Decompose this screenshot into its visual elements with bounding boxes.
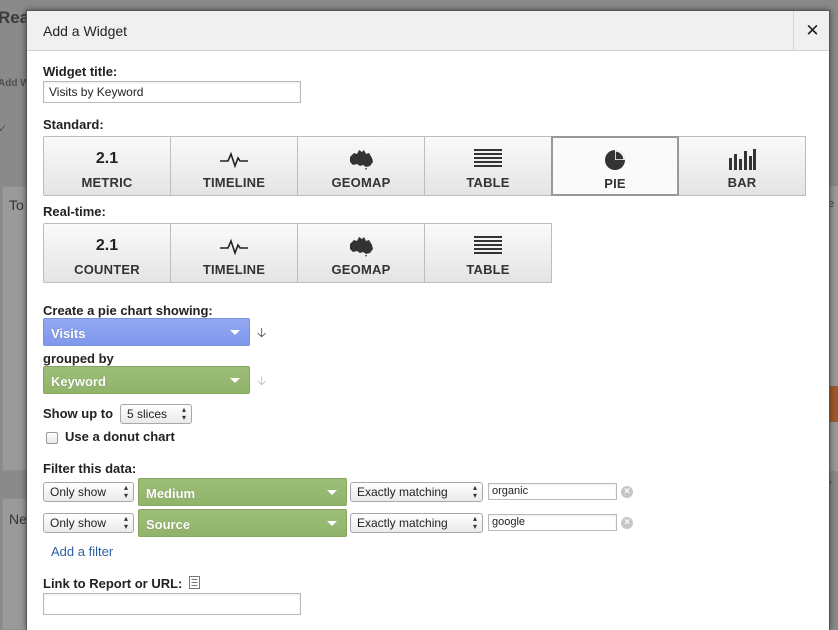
- updown-icon: ▴ ▾: [181, 405, 186, 422]
- realtime-geomap-button[interactable]: GEOMAP: [297, 223, 425, 283]
- filter-dimension-value: Source: [146, 517, 191, 532]
- counter-number-icon: 2.1: [95, 237, 119, 254]
- filter-dimension-dropdown[interactable]: Source: [138, 509, 347, 537]
- filter-label: Filter this data:: [43, 461, 137, 476]
- realtime-label: Real-time:: [43, 204, 106, 219]
- pie-showing-label: Create a pie chart showing:: [43, 303, 213, 318]
- australia-map-icon: [350, 237, 373, 257]
- add-widget-dialog: Add a Widget ✕ Widget title: Visits by K…: [26, 10, 830, 630]
- donut-checkbox[interactable]: [46, 432, 58, 444]
- standard-pie-label: PIE: [604, 176, 626, 191]
- chevron-down-icon: [327, 521, 337, 526]
- realtime-geomap-label: GEOMAP: [331, 262, 391, 277]
- standard-table-label: TABLE: [466, 175, 510, 190]
- dialog-title: Add a Widget: [43, 23, 128, 39]
- widget-title-label: Widget title:: [43, 64, 118, 79]
- filter-match-value: Exactly matching: [357, 516, 448, 530]
- filter-dimension-dropdown[interactable]: Medium: [138, 478, 347, 506]
- standard-type-group: 2.1 METRIC TIMELINE GEOMAP TABLE PIE BAR: [43, 136, 806, 196]
- realtime-type-group: 2.1 COUNTER TIMELINE GEOMAP TABLE: [43, 223, 552, 283]
- updown-icon: ▴ ▾: [472, 514, 477, 531]
- dimension-dropdown[interactable]: Keyword: [43, 366, 250, 394]
- slices-select-value: 5 slices: [127, 407, 168, 421]
- realtime-timeline-label: TIMELINE: [202, 262, 266, 277]
- table-icon: [474, 149, 502, 167]
- realtime-counter-button[interactable]: 2.1 COUNTER: [43, 223, 171, 283]
- metric-number-icon: 2.1: [95, 150, 119, 167]
- filter-show-value: Only show: [50, 485, 107, 499]
- dialog-header: Add a Widget ✕: [27, 11, 829, 51]
- filter-match-value: Exactly matching: [357, 485, 448, 499]
- widget-title-input[interactable]: Visits by Keyword: [43, 81, 301, 103]
- standard-label: Standard:: [43, 117, 104, 132]
- filter-match-select[interactable]: Exactly matching ▴ ▾: [350, 513, 483, 533]
- remove-filter-icon[interactable]: ×: [621, 517, 633, 529]
- standard-pie-button[interactable]: PIE: [551, 136, 679, 196]
- remove-filter-icon[interactable]: ×: [621, 486, 633, 498]
- filter-show-select[interactable]: Only show ▴ ▾: [43, 482, 134, 502]
- pie-icon: [605, 150, 625, 170]
- link-url-input[interactable]: [43, 593, 301, 615]
- filter-dimension-value: Medium: [146, 486, 196, 501]
- background-page-title: Rea: [0, 8, 30, 27]
- link-to-report-label: Link to Report or URL:: [43, 576, 183, 591]
- close-icon[interactable]: ✕: [794, 11, 831, 51]
- realtime-table-button[interactable]: TABLE: [424, 223, 552, 283]
- dimension-dropdown-value: Keyword: [51, 374, 106, 389]
- standard-bar-button[interactable]: BAR: [678, 136, 806, 196]
- chevron-down-icon: [230, 378, 240, 383]
- standard-metric-label: METRIC: [81, 175, 133, 190]
- filter-value-input[interactable]: organic: [488, 483, 617, 500]
- standard-bar-label: BAR: [727, 175, 757, 190]
- background-chevron-icon: ✓: [0, 123, 8, 135]
- filter-show-select[interactable]: Only show ▴ ▾: [43, 513, 134, 533]
- sort-arrow-icon[interactable]: 🡣: [257, 324, 266, 346]
- updown-icon: ▴ ▾: [123, 483, 128, 500]
- add-filter-link[interactable]: Add a filter: [51, 544, 113, 559]
- realtime-table-label: TABLE: [466, 262, 510, 277]
- timeline-icon: [220, 238, 248, 256]
- chevron-down-icon: [230, 330, 240, 335]
- bar-icon: [729, 149, 756, 170]
- show-up-to-label: Show up to: [43, 406, 114, 421]
- metric-dropdown[interactable]: Visits: [43, 318, 250, 346]
- standard-table-button[interactable]: TABLE: [424, 136, 552, 196]
- realtime-timeline-button[interactable]: TIMELINE: [170, 223, 298, 283]
- table-icon: [474, 236, 502, 254]
- slices-select[interactable]: 5 slices ▴ ▾: [120, 404, 192, 424]
- filter-value-input[interactable]: google: [488, 514, 617, 531]
- standard-timeline-button[interactable]: TIMELINE: [170, 136, 298, 196]
- updown-icon: ▴ ▾: [123, 514, 128, 531]
- filter-match-select[interactable]: Exactly matching ▴ ▾: [350, 482, 483, 502]
- standard-geomap-button[interactable]: GEOMAP: [297, 136, 425, 196]
- background-orange-bar: [829, 386, 838, 422]
- australia-map-icon: [350, 150, 373, 170]
- standard-metric-button[interactable]: 2.1 METRIC: [43, 136, 171, 196]
- report-page-icon[interactable]: [189, 576, 200, 589]
- filter-show-value: Only show: [50, 516, 107, 530]
- realtime-counter-label: COUNTER: [74, 262, 140, 277]
- sort-arrow-icon[interactable]: 🡣: [257, 372, 266, 394]
- standard-geomap-label: GEOMAP: [331, 175, 391, 190]
- chevron-down-icon: [327, 490, 337, 495]
- timeline-icon: [220, 151, 248, 169]
- donut-label: Use a donut chart: [65, 429, 175, 444]
- metric-dropdown-value: Visits: [51, 326, 86, 341]
- standard-timeline-label: TIMELINE: [202, 175, 266, 190]
- updown-icon: ▴ ▾: [472, 483, 477, 500]
- grouped-by-label: grouped by: [43, 351, 114, 366]
